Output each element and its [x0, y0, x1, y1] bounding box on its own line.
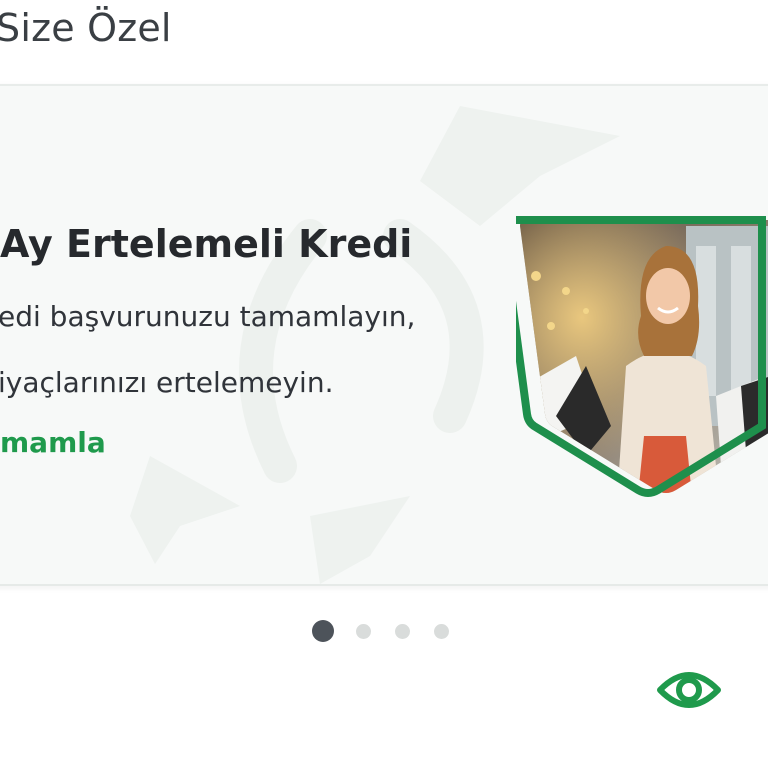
carousel-dot-1[interactable]: [312, 620, 334, 642]
eye-icon[interactable]: [656, 666, 722, 714]
banner-description-line-1: edi başvurunuzu tamamlayın,: [0, 300, 416, 333]
carousel-dot-4[interactable]: [434, 623, 449, 639]
section-title: Size Özel: [0, 6, 172, 50]
carousel-dot-3[interactable]: [395, 623, 410, 639]
carousel-dot-2[interactable]: [356, 623, 371, 639]
banner-image: [516, 216, 768, 497]
campaign-banner-card[interactable]: Ay Ertelemeli Kredi edi başvurunuzu tama…: [0, 84, 768, 586]
banner-title: Ay Ertelemeli Kredi: [0, 222, 413, 266]
carousel-pagination: [312, 620, 473, 642]
banner-description-line-2: iyaçlarınızı ertelemeyin.: [0, 366, 334, 399]
banner-cta-link[interactable]: mamla: [0, 426, 106, 459]
